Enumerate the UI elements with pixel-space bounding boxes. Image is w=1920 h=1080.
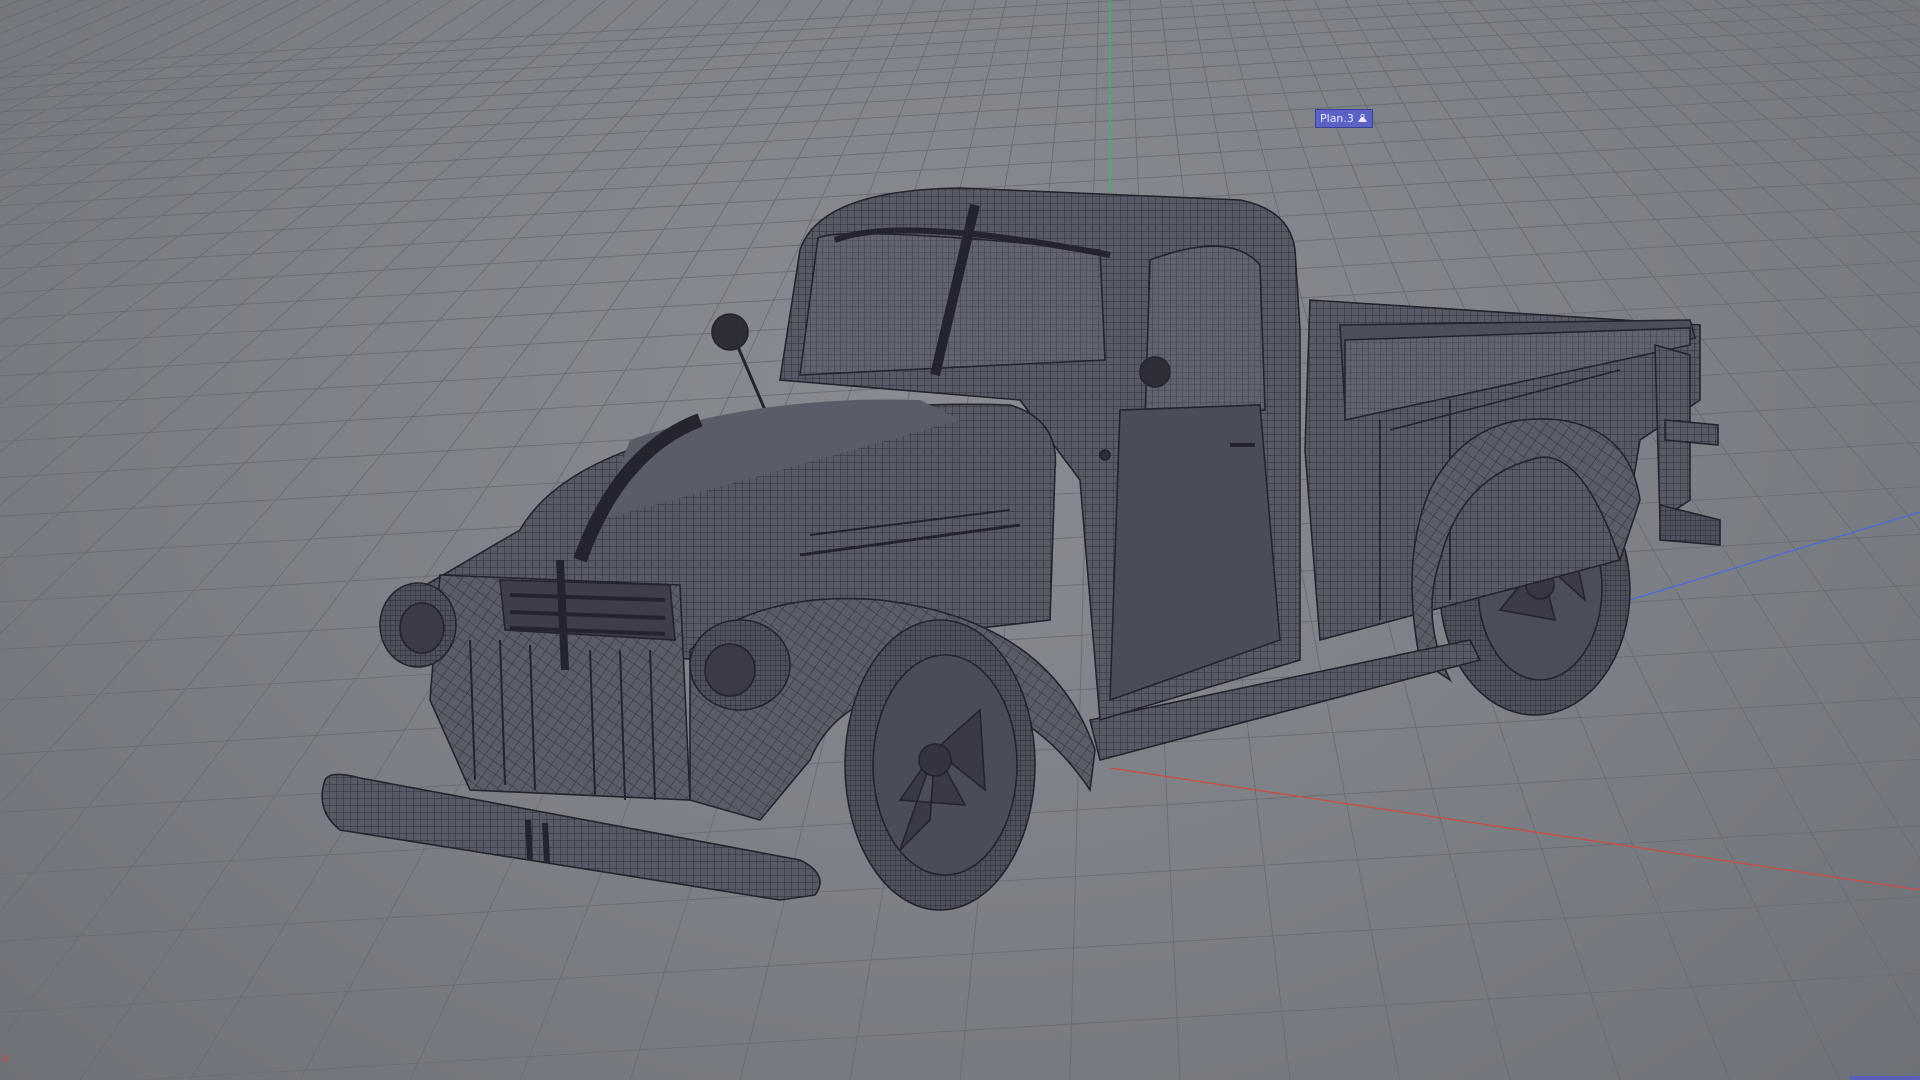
grid-line — [0, 896, 1920, 1013]
grid-line — [1867, 0, 1920, 29]
truck-mesh[interactable] — [321, 187, 1721, 911]
grid-line — [0, 0, 269, 134]
grid-line — [0, 0, 146, 64]
grid-line — [0, 0, 299, 155]
axis-z-line — [1589, 511, 1920, 613]
axis-x-line — [1109, 767, 1920, 891]
object-label-text: Plan.3 — [1320, 112, 1354, 125]
grid-line — [0, 0, 28, 1080]
camera-target-icon — [1357, 113, 1367, 122]
grid-line — [0, 0, 453, 290]
grid-line — [0, 0, 1135, 69]
axis-x-indicator: X — [2, 1054, 9, 1065]
grid-line — [0, 0, 115, 49]
3d-viewport[interactable]: Plan.3 X — [0, 0, 1920, 1080]
headlight-left — [379, 582, 457, 668]
front-grille — [429, 559, 691, 801]
grid-line — [0, 0, 330, 178]
grid-line — [0, 0, 207, 96]
grid-line — [0, 0, 23, 9]
grid-line — [0, 0, 361, 202]
object-label-plan[interactable]: Plan.3 — [1315, 109, 1373, 128]
front-wheel — [844, 619, 1036, 911]
headlight-right — [689, 619, 791, 711]
grid-line — [1775, 0, 1920, 92]
viewport-status-strip — [1850, 1076, 1920, 1080]
grid-line — [0, 0, 238, 115]
grid-line — [1870, 0, 1920, 1080]
truck-bed — [1304, 299, 1721, 642]
grid-line — [131, 972, 1920, 1080]
grid-line — [1898, 0, 1920, 1080]
grid-line — [0, 71, 1920, 188]
grid-line — [1843, 0, 1920, 1080]
grid-line — [0, 54, 1920, 171]
viewport-scene — [0, 0, 1920, 1080]
grid-line — [1652, 0, 1920, 207]
grid-line — [0, 0, 1480, 89]
grid-line — [0, 38, 1920, 155]
grid-line — [1898, 0, 1920, 12]
grid-line — [0, 0, 484, 324]
